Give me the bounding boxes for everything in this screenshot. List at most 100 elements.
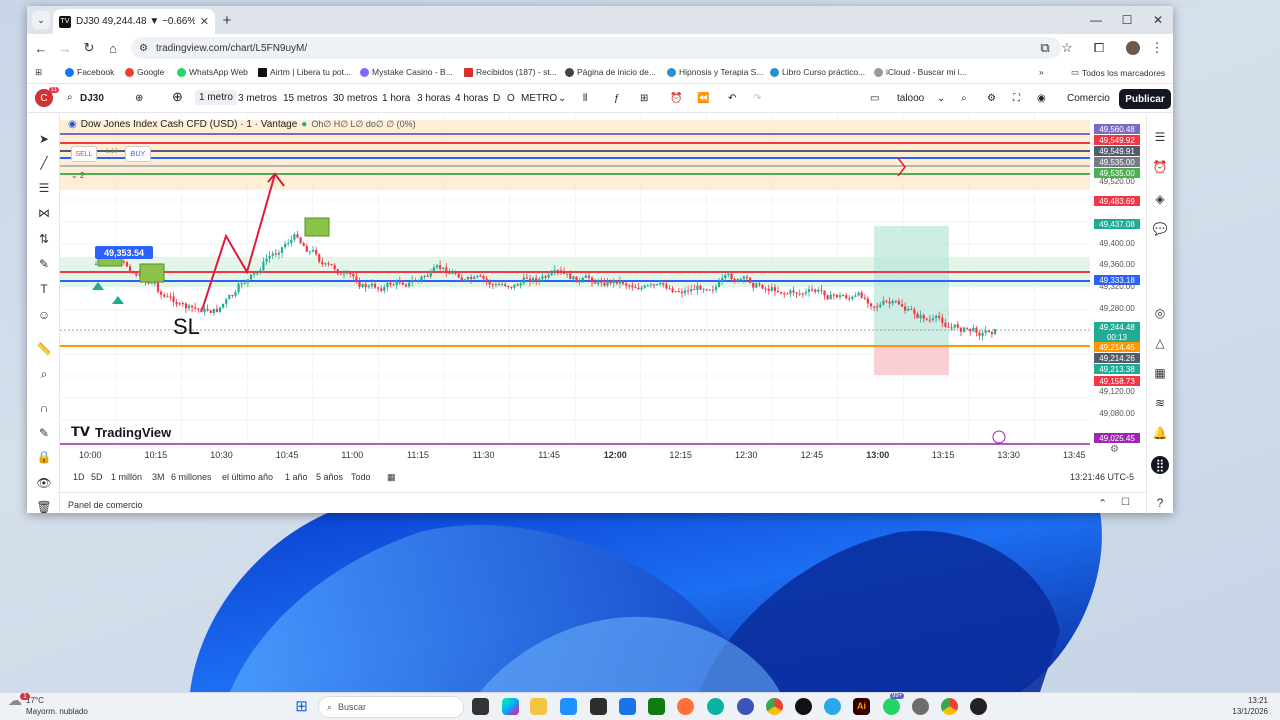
redo-icon[interactable]: ↷ — [753, 93, 761, 104]
bookmark-hipnosis[interactable]: Hipnosis y Terapia S... — [667, 67, 763, 77]
browser-menu-icon[interactable]: ⋮ — [1147, 39, 1167, 57]
fullscreen-icon[interactable]: ⛶ — [1013, 93, 1020, 104]
settings-app-icon[interactable] — [912, 698, 929, 715]
magnet-icon[interactable]: ∩ — [35, 399, 53, 417]
apps-icon[interactable]: ⣿ — [1151, 456, 1169, 474]
app-icon[interactable] — [590, 698, 607, 715]
chrome-profile-icon[interactable] — [941, 698, 958, 715]
settings-icon[interactable]: ⚙ — [987, 93, 996, 104]
illustrator-icon[interactable]: Ai — [853, 698, 870, 715]
add-symbol-icon[interactable]: ⊕ — [172, 89, 183, 105]
layout-dropdown-icon[interactable]: ⌄ — [937, 93, 945, 104]
layout-name[interactable]: talooo — [897, 93, 924, 104]
bookmarks-overflow-icon[interactable]: » — [1039, 67, 1044, 77]
watchlist-icon[interactable]: ☰ — [1151, 128, 1169, 146]
axis-settings-icon[interactable]: ⚙ — [1110, 444, 1119, 455]
forecast-icon[interactable]: ⇅ — [35, 230, 53, 248]
tab-tradingview[interactable]: TV DJ30 49,244.48 ▼ −0.66% taloo ✕ — [53, 9, 215, 34]
symbol-search-icon[interactable]: ⌕ — [67, 92, 73, 103]
whatsapp-icon[interactable] — [883, 698, 900, 715]
search-icon[interactable]: ⌕ — [961, 93, 967, 104]
windows-start-icon[interactable]: ⊞ — [293, 698, 310, 715]
close-tab-icon[interactable]: ✕ — [200, 15, 209, 28]
new-tab-button[interactable]: + — [217, 10, 237, 30]
trash-icon[interactable]: 🗑 — [35, 498, 53, 513]
publish-button[interactable]: Publicar — [1119, 89, 1171, 109]
interval-dropdown-icon[interactable]: ⌄ — [558, 93, 566, 104]
omnibox[interactable]: ⚙ tradingview.com/chart/L5FN9uyM/ — [131, 37, 1061, 59]
bookmark-google[interactable]: Google — [125, 67, 164, 77]
cursor-icon[interactable]: ➤ — [35, 130, 53, 148]
candle-type-icon[interactable]: ⫴ — [583, 93, 587, 104]
timeframe-button[interactable]: 1 año — [285, 472, 308, 482]
templates-icon[interactable]: ⊞ — [640, 93, 648, 104]
pattern-icon[interactable]: ⋈ — [35, 204, 53, 222]
lock-icon[interactable]: 🔒 — [35, 448, 53, 466]
timeframe-button[interactable]: 3M — [152, 472, 165, 482]
timeframe-button[interactable]: Todo — [351, 472, 371, 482]
text-icon[interactable]: T — [35, 280, 53, 298]
taskbar-search[interactable]: ⌕ Buscar — [318, 696, 464, 718]
bookmark-libro[interactable]: Libro Curso práctico... — [770, 67, 865, 77]
eye-icon[interactable]: 👁 — [35, 474, 53, 492]
date-range-icon[interactable]: ▦ — [387, 472, 396, 483]
bookmark-whatsapp[interactable]: WhatsApp Web — [177, 67, 248, 77]
file-explorer-icon[interactable] — [530, 698, 547, 715]
bell-icon[interactable]: 🔔 — [1151, 424, 1169, 442]
minimize-button[interactable]: — — [1081, 10, 1111, 30]
timeframe-button[interactable]: 6 millones — [171, 472, 212, 482]
symbol-name[interactable]: DJ30 — [80, 93, 104, 104]
interval-15m[interactable]: 15 metros — [283, 93, 327, 104]
app-icon-dark[interactable] — [970, 698, 987, 715]
panel-collapse-icon[interactable]: ⌃ — [1098, 497, 1107, 510]
timeframe-button[interactable]: 5D — [91, 472, 103, 482]
bookmark-airtm[interactable]: Airtm | Libera tu pot... — [258, 67, 351, 77]
zoom-icon[interactable]: ⌕ — [35, 365, 53, 383]
translate-icon[interactable]: ⧉ — [1035, 39, 1055, 57]
panel-maximize-icon[interactable]: ☐ — [1121, 497, 1130, 508]
help-icon[interactable]: ? — [1151, 494, 1169, 512]
compare-icon[interactable]: ⊕ — [135, 93, 143, 104]
site-info-icon[interactable]: ⚙ — [139, 43, 148, 54]
firefox-icon[interactable] — [677, 698, 694, 715]
store-icon[interactable] — [560, 698, 577, 715]
interval-d[interactable]: D — [493, 93, 500, 104]
close-window-button[interactable]: ✕ — [1143, 10, 1173, 30]
timezone-label[interactable]: 13:21:46 UTC-5 — [1070, 472, 1134, 482]
bookmark-facebook[interactable]: Facebook — [65, 67, 114, 77]
bookmark-star-icon[interactable]: ☆ — [1057, 39, 1077, 57]
apps-grid-icon[interactable]: ⊞ — [35, 67, 42, 78]
lock-drawing-icon[interactable]: ✎ — [35, 424, 53, 442]
camera-icon[interactable]: ◉ — [1037, 93, 1046, 104]
timeframe-button[interactable]: 1 millón — [111, 472, 142, 482]
timeframe-button[interactable]: 1D — [73, 472, 85, 482]
bookmark-gmail[interactable]: Recibidos (187) - st... — [464, 67, 557, 77]
interval-m[interactable]: METRO — [521, 93, 557, 104]
horizontal-lines-icon[interactable]: ☰ — [35, 179, 53, 197]
interval-30m[interactable]: 30 metros — [333, 93, 377, 104]
timeframe-button[interactable]: 5 años — [316, 472, 343, 482]
legend-collapse-toggle[interactable]: ⌄ 2 — [71, 171, 84, 180]
app-icon-blue[interactable] — [619, 698, 636, 715]
tab-search-button[interactable]: ⌄ — [32, 11, 50, 29]
all-bookmarks-folder[interactable]: ▭ Todos los marcadores — [1071, 67, 1165, 78]
ideas-icon[interactable]: △ — [1151, 334, 1169, 352]
trading-panel-label[interactable]: Panel de comercio — [68, 500, 143, 510]
price-chart[interactable] — [60, 114, 1146, 494]
timeframe-button[interactable]: el último año — [222, 472, 273, 482]
chrome-icon[interactable] — [766, 698, 783, 715]
trendline-icon[interactable]: ╱ — [35, 154, 53, 172]
chat-icon[interactable]: 💬 — [1151, 220, 1169, 238]
interval-3h[interactable]: 3 horas — [417, 93, 450, 104]
emoji-icon[interactable]: ☺ — [35, 306, 53, 324]
telegram-icon[interactable] — [824, 698, 841, 715]
home-icon[interactable]: ⌂ — [103, 39, 123, 57]
target-icon[interactable]: ◎ — [1151, 304, 1169, 322]
edge-icon[interactable] — [707, 698, 724, 715]
buy-button[interactable]: BUY — [125, 146, 151, 162]
bookmark-inicio[interactable]: Página de inicio de... — [565, 67, 656, 77]
profile-avatar[interactable] — [1123, 39, 1143, 57]
brush-icon[interactable]: ✎ — [35, 255, 53, 273]
indicators-icon[interactable]: ƒ — [614, 93, 620, 104]
forward-button[interactable]: → — [55, 39, 75, 57]
